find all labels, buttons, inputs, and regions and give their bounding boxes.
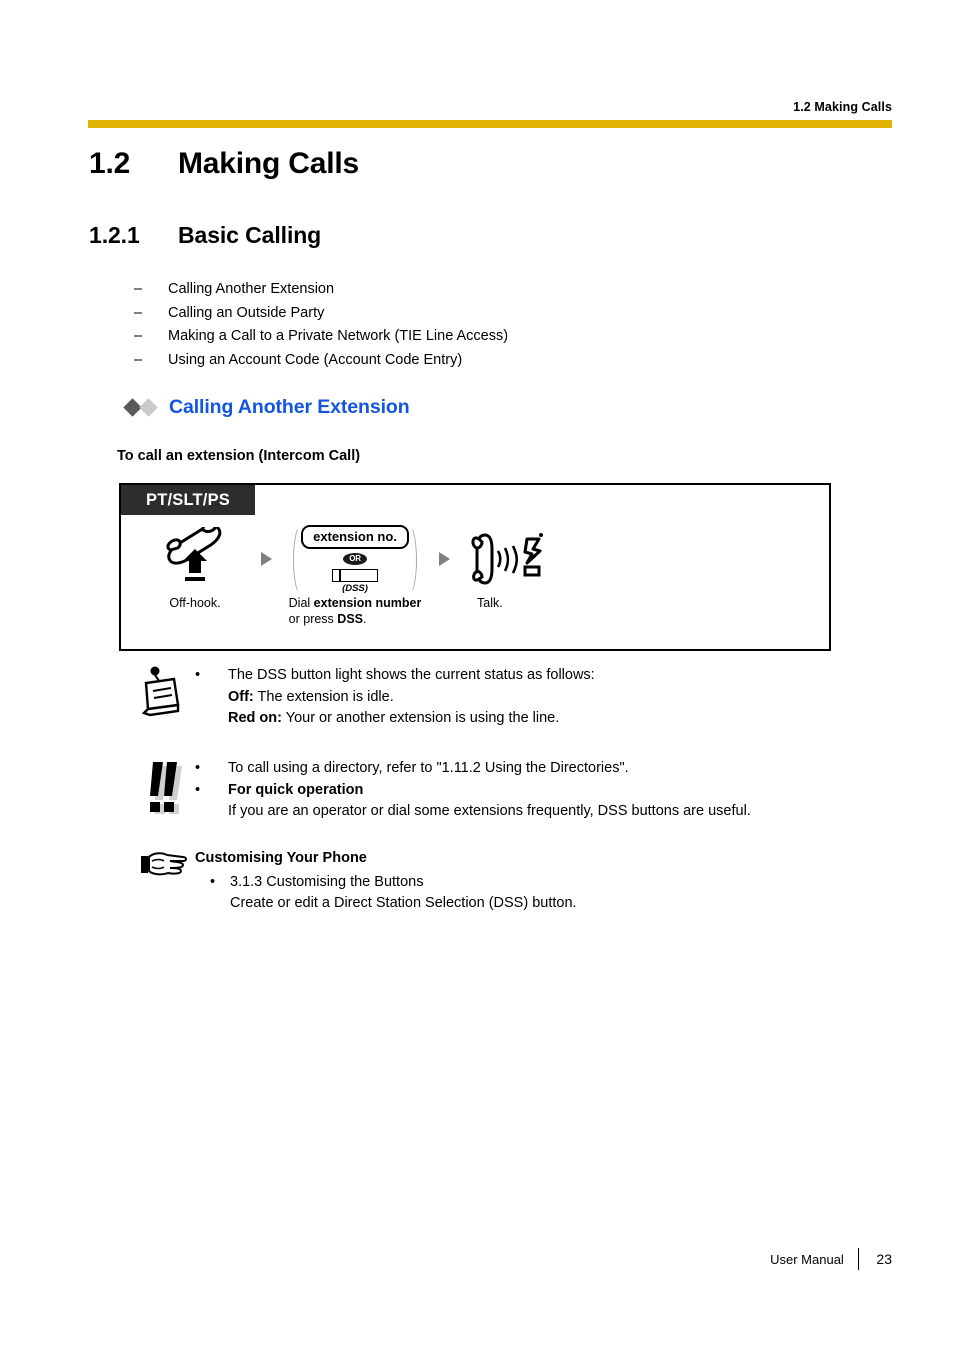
bullet-marker: •	[195, 667, 201, 683]
running-head: 1.2 Making Calls	[793, 100, 892, 114]
customising-title: Customising Your Phone	[195, 850, 367, 866]
page-title-text: Making Calls	[178, 147, 359, 180]
note-body: • The DSS button light shows the current…	[195, 665, 595, 730]
offhook-handset-glyph	[166, 527, 222, 581]
double-exclamation-icon	[133, 758, 195, 823]
list-item: – Making a Call to a Private Network (TI…	[134, 325, 508, 349]
dash-marker: –	[134, 328, 143, 344]
note-pad-glyph	[141, 666, 180, 717]
section-title: 1.2.1 Basic Calling	[89, 222, 321, 249]
list-item-label: Calling an Outside Party	[168, 304, 325, 321]
dial-bold: extension number	[313, 596, 422, 610]
note-bullet-row: • For quick operation If you are an oper…	[195, 780, 751, 823]
footer-label: User Manual	[770, 1251, 844, 1267]
status-off-text: The extension is idle.	[253, 688, 394, 705]
note-body: Customising Your Phone • 3.1.3 Customisi…	[195, 848, 577, 915]
dial-prefix: Dial	[288, 596, 314, 610]
note-bullet-row: • To call using a directory, refer to "1…	[195, 758, 751, 780]
note-status-off: Off: The extension is idle.	[195, 687, 595, 709]
press-bold: DSS	[337, 612, 363, 626]
page-footer: User Manual 23	[770, 1248, 892, 1270]
reference-link[interactable]: 3.1.3 Customising the Buttons	[230, 874, 423, 890]
note-block-status: • The DSS button light shows the current…	[133, 665, 833, 730]
page-number: 23	[876, 1251, 892, 1267]
offhook-handset-icon	[156, 523, 234, 595]
list-item: – Calling an Outside Party	[134, 302, 508, 326]
note-line: The DSS button light shows the current s…	[228, 667, 595, 683]
status-red-text: Your or another extension is using the l…	[281, 710, 560, 726]
extension-no-pill: extension no.	[301, 524, 409, 549]
note-bullet-row: • 3.1.3 Customising the Buttons Create o…	[195, 872, 577, 915]
diamond-light-icon	[139, 398, 158, 417]
flow-arrow-icon	[247, 523, 285, 595]
operation-diagram: PT/SLT/PS Off-hook. extension no. OR (DS…	[119, 483, 831, 651]
list-item-label: Calling Another Extension	[168, 281, 335, 297]
flow-step-talk: Talk.	[463, 523, 559, 611]
section-title-text: Basic Calling	[178, 222, 322, 248]
footer-divider	[857, 1248, 860, 1270]
note-bullet-row: • The DSS button light shows the current…	[195, 665, 595, 687]
list-item-label: Making a Call to a Private Network (TIE …	[168, 328, 509, 344]
flow-step-dial: extension no. OR (DSS) Dial extension nu…	[285, 523, 425, 627]
note-body: • To call using a directory, refer to "1…	[195, 758, 751, 823]
flow-step-offhook: Off-hook.	[143, 523, 247, 611]
talk-handset-icon	[469, 523, 553, 595]
dss-key-icon	[332, 568, 378, 582]
subsection-heading: Calling Another Extension	[123, 396, 410, 419]
page-title-number: 1.2	[89, 147, 131, 180]
brace-right-icon	[401, 525, 417, 595]
flow-step-caption: Off-hook.	[169, 596, 221, 610]
list-item-label: Using an Account Code (Account Code Entr…	[168, 351, 463, 368]
talk-handset-glyph	[471, 533, 543, 585]
press-suffix: .	[363, 612, 367, 626]
list-item: – Calling Another Extension	[134, 278, 508, 302]
press-prefix: or press	[288, 612, 338, 626]
bullet-marker: •	[209, 873, 216, 890]
section-title-number: 1.2.1	[89, 222, 140, 248]
status-off-label: Off:	[228, 688, 254, 705]
note-block-tips: • To call using a directory, refer to "1…	[133, 758, 833, 823]
note-status-red: Red on: Your or another extension is usi…	[195, 708, 595, 730]
double-exclamation-glyph	[150, 762, 182, 814]
bullet-marker: •	[195, 781, 201, 798]
bullet-marker: •	[195, 760, 201, 776]
document-page: 1.2 Making Calls 1.2 Making Calls 1.2.1 Ba…	[0, 0, 954, 1351]
procedure-heading: To call an extension (Intercom Call)	[117, 448, 361, 464]
subsection-heading-label: Calling Another Extension	[169, 396, 410, 418]
brace-left-icon	[293, 525, 309, 595]
dash-marker: –	[134, 351, 143, 368]
list-item: – Using an Account Code (Account Code En…	[134, 349, 508, 373]
status-red-label: Red on:	[228, 710, 282, 726]
note-pad-icon	[133, 665, 195, 730]
dss-key-label: (DSS)	[342, 582, 368, 594]
or-badge: OR	[343, 552, 367, 565]
topic-list: – Calling Another Extension – Calling an…	[134, 278, 508, 372]
operation-flow: Off-hook. extension no. OR (DSS) Dial ex…	[143, 523, 559, 627]
note-block-customising: Customising Your Phone • 3.1.3 Customisi…	[133, 848, 833, 915]
header-rule	[88, 120, 892, 128]
flow-step-caption: Talk.	[477, 596, 503, 610]
extension-number-group: extension no. OR (DSS)	[285, 523, 425, 595]
tip-title: For quick operation	[228, 781, 364, 798]
note-line: To call using a directory, refer to "1.1…	[228, 760, 629, 776]
tip-text: If you are an operator or dial some exte…	[228, 803, 751, 819]
phone-type-tab: PT/SLT/PS	[121, 485, 255, 515]
page-title: 1.2 Making Calls	[89, 147, 359, 181]
dash-marker: –	[134, 304, 143, 321]
pointing-hand-icon	[133, 848, 195, 915]
pointing-hand-glyph	[141, 852, 187, 876]
flow-step-caption: Dial extension number or press DSS.	[289, 595, 422, 627]
reference-desc: Create or edit a Direct Station Selectio…	[230, 895, 577, 911]
dash-marker: –	[134, 281, 143, 297]
flow-arrow-icon	[425, 523, 463, 595]
